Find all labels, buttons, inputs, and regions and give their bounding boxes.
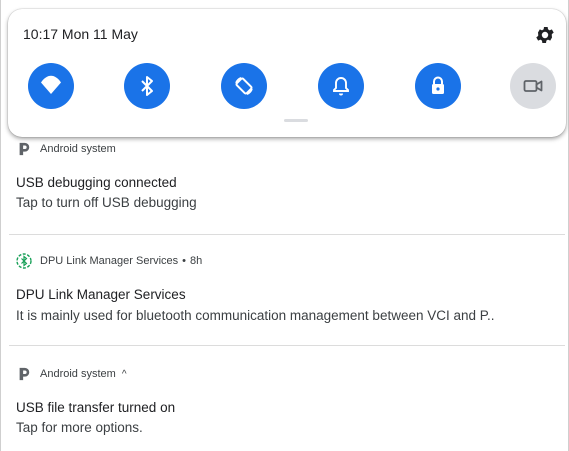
lock-icon bbox=[432, 76, 444, 94]
bluetooth-app-icon bbox=[16, 253, 32, 269]
notification-header: Android system bbox=[16, 141, 116, 157]
do-not-disturb-tile[interactable] bbox=[318, 63, 364, 109]
settings-gear-icon[interactable] bbox=[534, 24, 556, 46]
status-date-time: 10:17 Mon 11 May bbox=[23, 26, 138, 42]
drag-handle[interactable] bbox=[284, 119, 308, 122]
bluetooth-icon bbox=[141, 76, 153, 96]
notification-time: 8h bbox=[190, 255, 203, 267]
notification-text: It is mainly used for bluetooth communic… bbox=[16, 308, 495, 323]
android-system-icon bbox=[16, 366, 32, 382]
notification-text: Tap for more options. bbox=[16, 420, 143, 435]
notification-app-name: Android system bbox=[40, 143, 116, 155]
video-camera-icon bbox=[523, 80, 543, 92]
lock-tile[interactable] bbox=[415, 63, 461, 109]
auto-rotate-tile[interactable] bbox=[221, 63, 267, 109]
notification-app-name: Android system bbox=[40, 368, 116, 380]
quick-settings-panel: 10:17 Mon 11 May bbox=[8, 9, 566, 137]
notification-title: DPU Link Manager Services bbox=[16, 287, 186, 302]
auto-rotate-icon bbox=[235, 77, 253, 95]
notification-usb-file-transfer[interactable] bbox=[9, 346, 565, 451]
wifi-tile[interactable] bbox=[28, 63, 74, 109]
screen-record-tile[interactable] bbox=[510, 63, 556, 109]
android-system-icon bbox=[16, 141, 32, 157]
bluetooth-tile[interactable] bbox=[124, 63, 170, 109]
bell-icon bbox=[333, 77, 349, 96]
notification-title: USB debugging connected bbox=[16, 175, 177, 190]
notification-title: USB file transfer turned on bbox=[16, 400, 176, 415]
expand-chevron-icon[interactable]: ^ bbox=[122, 369, 127, 380]
wifi-icon bbox=[41, 75, 61, 94]
notification-header: Android system ^ bbox=[16, 366, 127, 382]
notification-app-name: DPU Link Manager Services bbox=[40, 255, 179, 267]
notification-text: Tap to turn off USB debugging bbox=[16, 195, 197, 210]
notification-header: DPU Link Manager Services • 8h bbox=[16, 253, 202, 269]
